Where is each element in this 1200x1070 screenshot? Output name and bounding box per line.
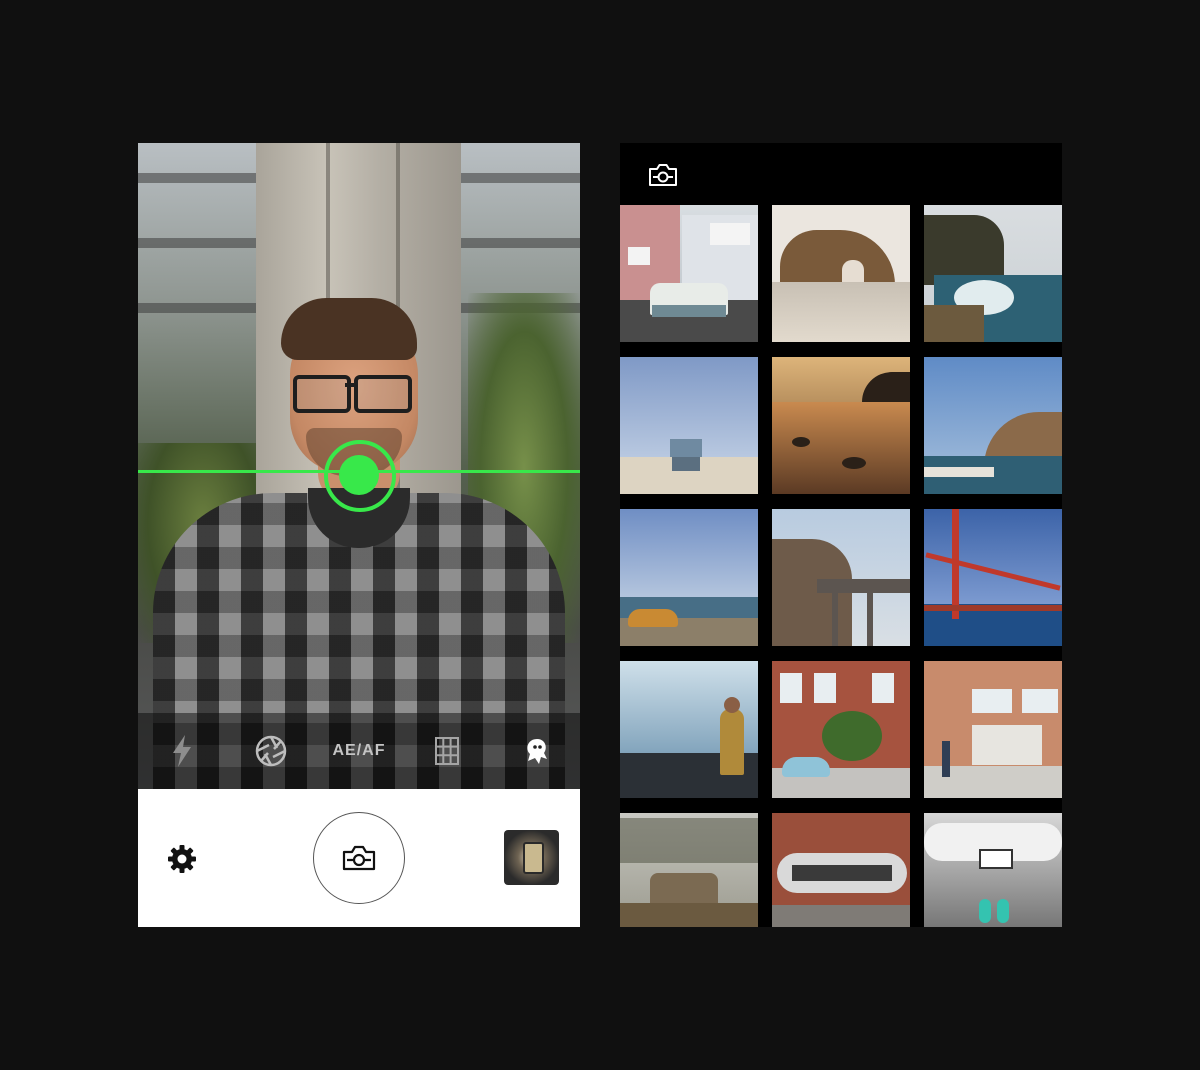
photo-tile[interactable] — [924, 661, 1062, 798]
photo-tile[interactable] — [772, 813, 910, 927]
camera-mode-button[interactable] — [648, 162, 678, 188]
aperture-icon — [255, 735, 286, 767]
flash-icon — [173, 735, 192, 767]
photo-tile[interactable] — [772, 357, 910, 494]
viewfinder[interactable]: AE/AF — [138, 143, 580, 789]
glasses-lens-left — [293, 375, 351, 413]
hair — [281, 298, 417, 360]
photo-tile[interactable] — [772, 661, 910, 798]
focus-point[interactable] — [339, 455, 379, 495]
gear-icon — [168, 845, 196, 873]
camera-icon — [342, 845, 376, 871]
photo-tile[interactable] — [620, 509, 758, 646]
camera-icon — [649, 164, 677, 186]
grid-icon — [435, 737, 460, 765]
photo-tile[interactable] — [620, 661, 758, 798]
photo-tile[interactable] — [924, 205, 1062, 342]
photo-tile[interactable] — [620, 813, 758, 927]
ghost-mode-button[interactable] — [510, 725, 562, 777]
photo-tile[interactable] — [772, 509, 910, 646]
lantern-image — [523, 842, 544, 874]
camera-toolbar: AE/AF — [138, 713, 580, 789]
grid-button[interactable] — [421, 725, 473, 777]
settings-button[interactable] — [162, 839, 202, 879]
ghost-icon — [527, 739, 547, 764]
aperture-button[interactable] — [245, 725, 297, 777]
gallery-screen — [620, 143, 1062, 927]
photo-tile[interactable] — [620, 357, 758, 494]
shutter-button[interactable] — [313, 812, 405, 904]
last-photo-thumbnail[interactable] — [504, 830, 559, 885]
glasses-lens-right — [354, 375, 412, 413]
photo-tile[interactable] — [924, 813, 1062, 927]
photo-tile[interactable] — [772, 205, 910, 342]
camera-controls-panel — [138, 789, 580, 927]
flash-button[interactable] — [156, 725, 208, 777]
glasses-bridge — [345, 383, 357, 387]
ae-af-label: AE/AF — [332, 742, 386, 759]
photo-tile[interactable] — [924, 357, 1062, 494]
photo-tile[interactable] — [620, 205, 758, 342]
ae-af-lock-button[interactable]: AE/AF — [332, 725, 386, 777]
gallery-header — [620, 143, 1062, 205]
photo-tile[interactable] — [924, 509, 1062, 646]
camera-screen: AE/AF — [138, 143, 580, 927]
